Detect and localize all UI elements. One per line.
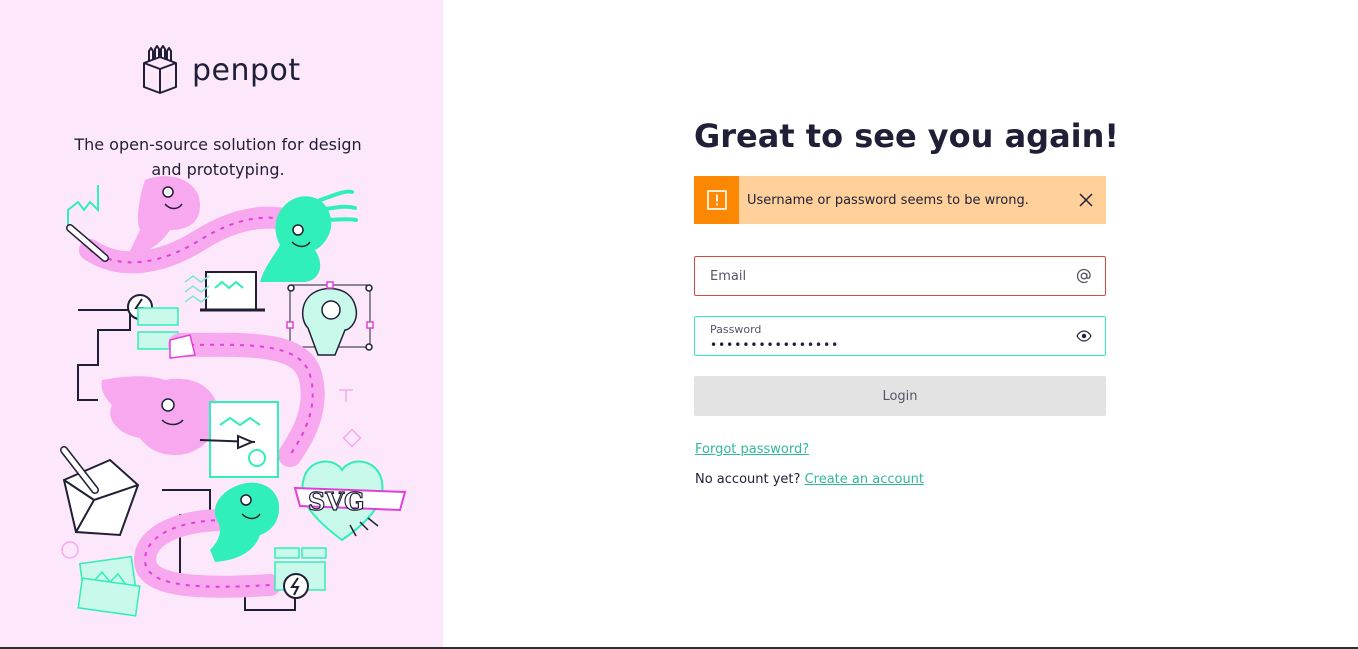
svg-text:SVG: SVG	[308, 487, 364, 516]
penpot-logo-icon	[143, 45, 177, 94]
no-account-text: No account yet?	[695, 472, 801, 487]
login-form: Great to see you again! Username or pass…	[694, 113, 1119, 487]
warning-icon	[706, 190, 727, 210]
page-title: Great to see you again!	[694, 117, 1119, 155]
password-field: Password	[694, 316, 1106, 356]
penpot-logo: penpot	[140, 44, 301, 96]
error-alert: Username or password seems to be wrong.	[694, 176, 1106, 224]
password-input[interactable]	[710, 337, 1065, 353]
alert-close-button[interactable]	[1066, 176, 1106, 224]
login-button[interactable]: Login	[694, 376, 1106, 416]
brand-name: penpot	[192, 52, 301, 88]
alert-icon-box	[694, 176, 739, 224]
email-input[interactable]	[710, 257, 1065, 295]
login-page: penpot The open-source solution for desi…	[0, 0, 1358, 649]
eye-icon[interactable]	[1071, 317, 1097, 355]
at-icon	[1071, 257, 1097, 295]
email-field	[694, 256, 1106, 296]
create-account-link[interactable]: Create an account	[805, 472, 924, 487]
password-label: Password	[710, 323, 762, 336]
signup-prompt: No account yet? Create an account	[695, 472, 924, 487]
brand-panel: penpot The open-source solution for desi…	[0, 0, 443, 649]
forgot-password-link[interactable]: Forgot password?	[695, 442, 809, 457]
penpot-illustration: SVG	[60, 176, 407, 617]
alert-message: Username or password seems to be wrong.	[747, 192, 1029, 208]
close-icon	[1079, 193, 1093, 207]
